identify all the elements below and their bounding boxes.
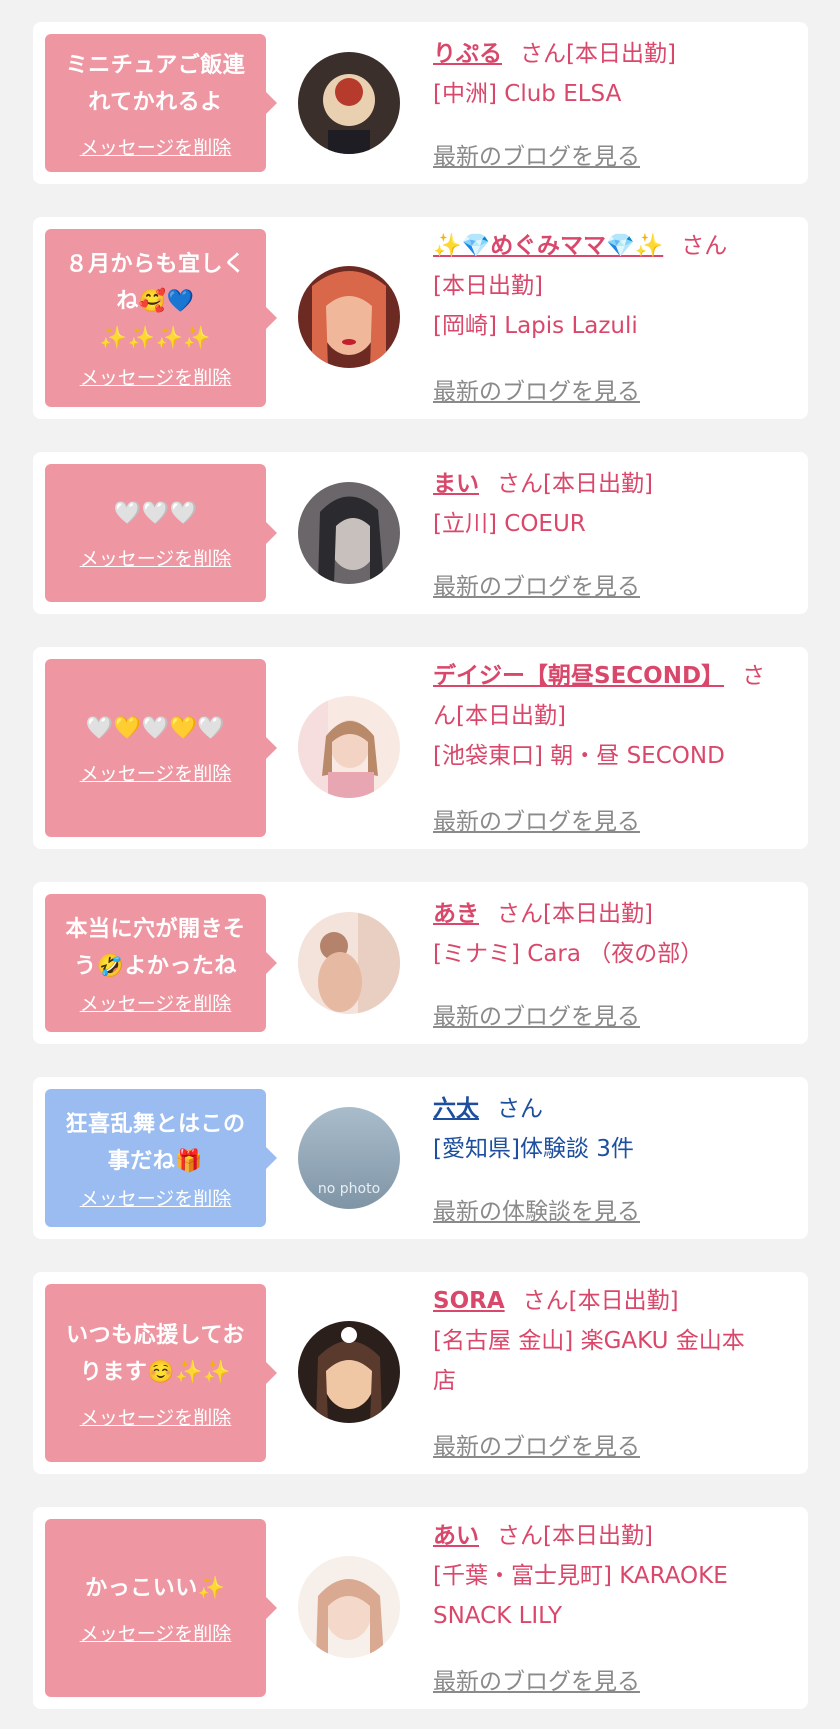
no-photo-placeholder: no photo bbox=[298, 1107, 400, 1209]
delete-message-link[interactable]: メッセージを削除 bbox=[80, 1619, 232, 1646]
avatar[interactable] bbox=[298, 482, 400, 584]
avatar-photo bbox=[298, 482, 400, 584]
message-text: 🤍🤍🤍 bbox=[113, 501, 198, 526]
delete-message-link[interactable]: メッセージを削除 bbox=[80, 1184, 232, 1211]
delete-message-link[interactable]: メッセージを削除 bbox=[80, 544, 232, 571]
profile-info: ✨💎めぐみママ💎✨ さん [本日出勤] [岡崎] Lapis Lazuli bbox=[433, 226, 803, 346]
profile-name-link[interactable]: デイジー【朝昼SECOND】 bbox=[433, 663, 724, 689]
card: ミニチュアご飯連 れてかれるよ メッセージを削除 りぷる さん[本日出勤] [中洲… bbox=[33, 22, 808, 184]
status-text: ん[本日出勤] bbox=[433, 703, 566, 729]
message-bubble: 🤍💛🤍💛🤍 メッセージを削除 bbox=[45, 659, 277, 837]
delete-message-link[interactable]: メッセージを削除 bbox=[80, 989, 232, 1016]
card: 🤍💛🤍💛🤍 メッセージを削除 デイジー【朝昼SECOND】さ ん[本日出勤] [… bbox=[33, 647, 808, 849]
message-bubble: ８月からも宜しく ね🥰💙 ✨✨✨✨ メッセージを削除 bbox=[45, 229, 277, 407]
status-text: さ bbox=[742, 663, 766, 689]
message-bubble: いつも応援してお ります☺️✨✨ メッセージを削除 bbox=[45, 1284, 277, 1462]
shop-text: [立川] COEUR bbox=[433, 511, 586, 537]
avatar-photo bbox=[298, 1321, 400, 1423]
message-bubble: ミニチュアご飯連 れてかれるよ メッセージを削除 bbox=[45, 34, 277, 172]
profile-info: りぷる さん[本日出勤] [中洲] Club ELSA bbox=[433, 34, 803, 114]
profile-name-link[interactable]: まい bbox=[433, 471, 479, 497]
shop-text: [愛知県]体験談 3件 bbox=[433, 1136, 634, 1162]
latest-review-link[interactable]: 最新の体験談を見る bbox=[433, 1192, 640, 1226]
status-text: さん bbox=[681, 233, 728, 259]
profile-info: デイジー【朝昼SECOND】さ ん[本日出勤] [池袋東口] 朝・昼 SECON… bbox=[433, 656, 803, 776]
delete-message-link[interactable]: メッセージを削除 bbox=[80, 133, 232, 160]
message-text: かっこいい✨ bbox=[85, 1576, 226, 1601]
latest-blog-link[interactable]: 最新のブログを見る bbox=[433, 567, 640, 601]
avatar-photo bbox=[298, 1556, 400, 1658]
message-bubble: 本当に穴が開きそ う🤣よかったね メッセージを削除 bbox=[45, 894, 277, 1032]
profile-name-link[interactable]: SORA bbox=[433, 1288, 505, 1314]
message-bubble: 🤍🤍🤍 メッセージを削除 bbox=[45, 464, 277, 602]
avatar-photo bbox=[298, 266, 400, 368]
profile-name-link[interactable]: ✨💎めぐみママ💎✨ bbox=[433, 233, 663, 259]
latest-blog-link[interactable]: 最新のブログを見る bbox=[433, 372, 640, 406]
delete-message-link[interactable]: メッセージを削除 bbox=[80, 759, 232, 786]
status-text: さん[本日出勤] bbox=[497, 901, 653, 927]
avatar[interactable] bbox=[298, 912, 400, 1014]
profile-info: まい さん[本日出勤] [立川] COEUR bbox=[433, 464, 803, 544]
delete-message-link[interactable]: メッセージを削除 bbox=[80, 363, 232, 390]
profile-name-link[interactable]: 六太 bbox=[433, 1096, 479, 1122]
card: かっこいい✨ メッセージを削除 あい さん[本日出勤] [千葉・富士見町] KAR… bbox=[33, 1507, 808, 1709]
avatar-photo bbox=[298, 912, 400, 1014]
favorites-list: ミニチュアご飯連 れてかれるよ メッセージを削除 りぷる さん[本日出勤] [中洲… bbox=[0, 0, 840, 1729]
card: 🤍🤍🤍 メッセージを削除 まい さん[本日出勤] [立川] COEUR 最新のブロ… bbox=[33, 452, 808, 614]
message-text: いつも応援してお ります☺️✨✨ bbox=[66, 1322, 245, 1385]
shop-text: [名古屋 金山] 楽GAKU 金山本 店 bbox=[433, 1328, 745, 1394]
card: 狂喜乱舞とはこの 事だね🎁 メッセージを削除 no photo 六太 さん [愛知… bbox=[33, 1077, 808, 1239]
status-text: さん[本日出勤] bbox=[522, 1288, 679, 1314]
delete-message-link[interactable]: メッセージを削除 bbox=[80, 1403, 232, 1430]
latest-blog-link[interactable]: 最新のブログを見る bbox=[433, 802, 640, 836]
avatar[interactable] bbox=[298, 1321, 400, 1423]
message-text: ミニチュアご飯連 れてかれるよ bbox=[65, 52, 246, 115]
profile-info: あき さん[本日出勤] [ミナミ] Cara （夜の部） bbox=[433, 894, 803, 974]
card: ８月からも宜しく ね🥰💙 ✨✨✨✨ メッセージを削除 ✨💎めぐみママ💎✨ さん [… bbox=[33, 217, 808, 419]
avatar-photo bbox=[298, 52, 400, 154]
card: いつも応援してお ります☺️✨✨ メッセージを削除 SORA さん[本日出勤] [… bbox=[33, 1272, 808, 1474]
status-text: さん[本日出勤] bbox=[497, 471, 653, 497]
card: 本当に穴が開きそ う🤣よかったね メッセージを削除 あき さん[本日出勤] [ミナ… bbox=[33, 882, 808, 1044]
profile-name-link[interactable]: あき bbox=[433, 901, 479, 927]
profile-info: 六太 さん [愛知県]体験談 3件 bbox=[433, 1089, 803, 1169]
shop-text: [中洲] Club ELSA bbox=[433, 81, 622, 107]
status-text: さん[本日出勤] bbox=[520, 41, 676, 67]
message-bubble: 狂喜乱舞とはこの 事だね🎁 メッセージを削除 bbox=[45, 1089, 277, 1227]
latest-blog-link[interactable]: 最新のブログを見る bbox=[433, 1427, 640, 1461]
status-text: さん bbox=[497, 1096, 543, 1122]
avatar[interactable] bbox=[298, 1556, 400, 1658]
profile-name-link[interactable]: あい bbox=[433, 1523, 479, 1549]
message-text: 本当に穴が開きそ う🤣よかったね bbox=[65, 916, 246, 979]
status-text: さん[本日出勤] bbox=[497, 1523, 653, 1549]
profile-info: SORA さん[本日出勤] [名古屋 金山] 楽GAKU 金山本 店 bbox=[433, 1281, 803, 1401]
latest-blog-link[interactable]: 最新のブログを見る bbox=[433, 997, 640, 1031]
latest-blog-link[interactable]: 最新のブログを見る bbox=[433, 137, 640, 171]
shop-text: [岡崎] Lapis Lazuli bbox=[433, 313, 638, 339]
no-photo-label: no photo bbox=[317, 1181, 381, 1197]
shop-text: [池袋東口] 朝・昼 SECOND bbox=[433, 743, 725, 769]
shop-text: [千葉・富士見町] KARAOKE SNACK LILY bbox=[433, 1563, 728, 1629]
avatar[interactable] bbox=[298, 696, 400, 798]
latest-blog-link[interactable]: 最新のブログを見る bbox=[433, 1662, 640, 1696]
message-bubble: かっこいい✨ メッセージを削除 bbox=[45, 1519, 277, 1697]
message-text: 狂喜乱舞とはこの 事だね🎁 bbox=[65, 1111, 246, 1174]
profile-name-link[interactable]: りぷる bbox=[433, 41, 502, 67]
message-text: ８月からも宜しく ね🥰💙 ✨✨✨✨ bbox=[65, 252, 246, 351]
avatar-photo bbox=[298, 696, 400, 798]
avatar[interactable] bbox=[298, 266, 400, 368]
profile-info: あい さん[本日出勤] [千葉・富士見町] KARAOKE SNACK LILY bbox=[433, 1516, 803, 1636]
message-text: 🤍💛🤍💛🤍 bbox=[85, 716, 226, 741]
shop-text: [ミナミ] Cara （夜の部） bbox=[433, 941, 704, 967]
avatar[interactable]: no photo bbox=[298, 1107, 400, 1209]
status-text: [本日出勤] bbox=[433, 273, 543, 299]
avatar[interactable] bbox=[298, 52, 400, 154]
